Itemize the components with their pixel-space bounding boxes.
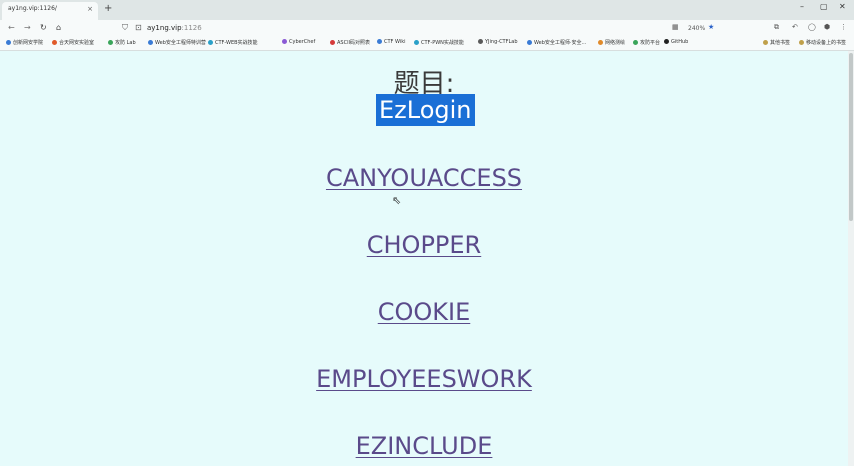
- bookmark-label: Web安全工程师特训营: [155, 40, 206, 46]
- bookmark-favicon-icon: [664, 39, 669, 44]
- challenge-link-ezinclude[interactable]: EZINCLUDE: [0, 432, 848, 460]
- extensions-icon[interactable]: ⧉: [774, 23, 779, 32]
- bookmark-item[interactable]: 创新网安学院: [6, 39, 43, 46]
- bookmark-label: CyberChef: [289, 39, 316, 45]
- bookmark-item[interactable]: 攻防 Lab: [108, 39, 136, 46]
- bookmark-label: CTF Wiki: [384, 39, 406, 45]
- settings-icon[interactable]: ⬢: [824, 23, 830, 31]
- challenge-link-canyouaccess[interactable]: CANYOUACCESS: [0, 164, 848, 192]
- maximize-icon[interactable]: ▢: [820, 2, 828, 11]
- undo-icon[interactable]: ↶: [792, 23, 798, 31]
- bookmark-item[interactable]: CTF-WEB实战技能: [208, 39, 258, 46]
- bookmark-label: YJing-CTFLab: [485, 39, 518, 45]
- bookmark-label: CTF-WEB实战技能: [215, 40, 258, 46]
- bookmark-favicon-icon: [282, 39, 287, 44]
- bookmark-label: 网络测绘: [605, 40, 626, 46]
- bookmark-favicon-icon: [330, 40, 335, 45]
- bookmark-label: ASCII码对照表: [337, 40, 371, 46]
- back-icon[interactable]: ←: [8, 23, 15, 32]
- bookmark-item[interactable]: Web安全工程师特训营: [148, 39, 206, 46]
- other-bookmarks[interactable]: 其他书签: [763, 39, 790, 46]
- reload-icon[interactable]: ↻: [40, 23, 47, 32]
- bookmark-item[interactable]: CTF-PWN实战技能: [414, 39, 464, 46]
- bookmark-favicon-icon: [52, 40, 57, 45]
- bookmark-label: GitHub: [671, 39, 689, 45]
- selected-challenge-title: EzLogin: [376, 94, 475, 126]
- scrollbar-thumb[interactable]: [849, 53, 853, 221]
- bookmark-favicon-icon: [6, 40, 11, 45]
- zoom-level[interactable]: 240%: [688, 25, 705, 32]
- close-tab-icon[interactable]: ×: [87, 5, 93, 13]
- folder-icon: [799, 40, 804, 45]
- address-bar[interactable]: ay1ng.vip:1126: [147, 24, 202, 32]
- qr-code-icon[interactable]: ▦: [672, 23, 679, 31]
- lock-icon[interactable]: ⊡: [135, 23, 142, 32]
- bookmark-favicon-icon: [148, 40, 153, 45]
- bookmark-item[interactable]: CTF Wiki: [377, 39, 406, 45]
- bookmark-label: Web安全工程师·安全...: [534, 40, 587, 46]
- bookmark-label: 合天网安实验室: [59, 40, 95, 46]
- bookmark-star-icon[interactable]: ★: [708, 23, 714, 31]
- bookmarks-bar: 其他书签 移动设备上的书签 创新网安学院 合天网安实验室 攻防 Lab Web安全工程…: [0, 38, 854, 51]
- page-content: 题目: EzLogin CANYOUACCESS CHOPPER COOKIE …: [0, 51, 848, 466]
- bookmark-item[interactable]: 网络测绘: [598, 39, 625, 46]
- mobile-bookmarks[interactable]: 移动设备上的书签: [799, 39, 846, 46]
- bookmark-item[interactable]: ASCII码对照表: [330, 39, 370, 46]
- bookmark-item[interactable]: GitHub: [664, 39, 688, 45]
- navigation-toolbar: ← → ↻ ⌂ ⛉ ⊡ ay1ng.vip:1126 ▦ 240% ★ ⧉ ↶ …: [0, 20, 854, 38]
- tab-title: ay1ng.vip:1126/: [8, 5, 57, 12]
- challenge-link-employeeswork[interactable]: EMPLOYEESWORK: [0, 365, 848, 393]
- bookmark-label: 创新网安学院: [13, 40, 44, 46]
- browser-tab[interactable]: ay1ng.vip:1126/ ×: [2, 2, 98, 20]
- bookmark-favicon-icon: [598, 40, 603, 45]
- bookmark-favicon-icon: [633, 40, 638, 45]
- bookmark-label: 攻防平台: [640, 40, 661, 46]
- shield-icon[interactable]: ⛉: [122, 23, 128, 33]
- menu-icon[interactable]: ⋮: [840, 23, 847, 31]
- home-icon[interactable]: ⌂: [56, 23, 61, 32]
- mouse-cursor-icon: ⇖: [392, 194, 402, 207]
- bookmark-favicon-icon: [478, 39, 483, 44]
- bookmark-item[interactable]: YJing-CTFLab: [478, 39, 518, 45]
- bookmark-label: CTF-PWN实战技能: [421, 40, 464, 46]
- window-close-icon[interactable]: ✕: [839, 2, 846, 11]
- bookmark-item[interactable]: CyberChef: [282, 39, 315, 45]
- bookmark-label: 攻防 Lab: [115, 40, 136, 46]
- challenge-link-chopper[interactable]: CHOPPER: [0, 231, 848, 259]
- bookmark-favicon-icon: [108, 40, 113, 45]
- challenge-link-cookie[interactable]: COOKIE: [0, 298, 848, 326]
- bookmark-item[interactable]: 攻防平台: [633, 39, 660, 46]
- url-port: :1126: [181, 24, 202, 32]
- folder-icon: [763, 40, 768, 45]
- bookmark-favicon-icon: [377, 39, 382, 44]
- url-host: ay1ng.vip: [147, 24, 182, 32]
- new-tab-button[interactable]: +: [104, 3, 112, 14]
- bookmark-favicon-icon: [414, 40, 419, 45]
- minimize-icon[interactable]: –: [800, 2, 804, 11]
- tab-strip: ay1ng.vip:1126/ × + – ▢ ✕: [0, 0, 854, 20]
- bookmark-item[interactable]: Web安全工程师·安全...: [527, 39, 586, 46]
- bookmark-favicon-icon: [208, 40, 213, 45]
- profile-icon[interactable]: ◯: [808, 23, 816, 31]
- bookmark-item[interactable]: 合天网安实验室: [52, 39, 94, 46]
- bookmark-favicon-icon: [527, 40, 532, 45]
- forward-icon[interactable]: →: [24, 23, 31, 32]
